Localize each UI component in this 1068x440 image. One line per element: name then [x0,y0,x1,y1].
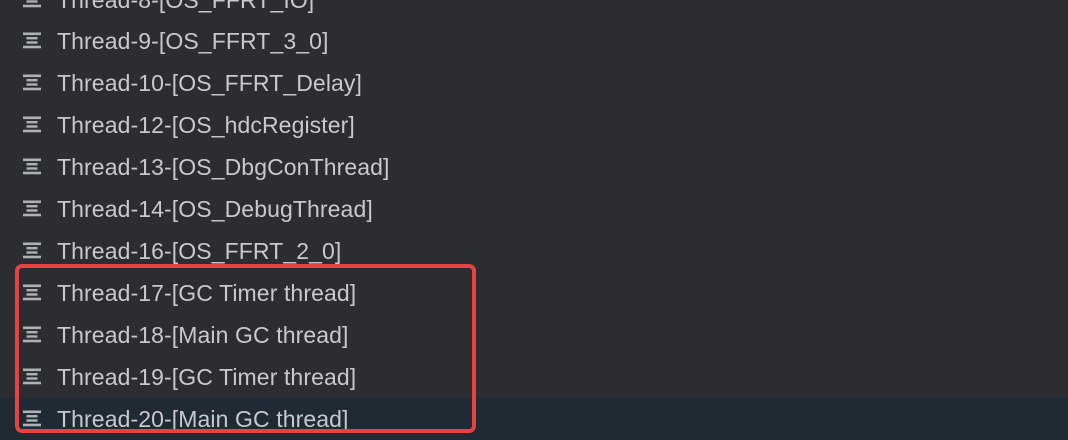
thread-row-8[interactable]: Thread-8-[OS_FFRT_IO] [0,0,1068,21]
stack-frames-icon [23,368,41,385]
thread-label: Thread-19-[GC Timer thread] [57,363,357,390]
stack-frames-icon [23,0,41,8]
thread-label: Thread-9-[OS_FFRT_3_0] [57,27,329,54]
thread-row-12[interactable]: Thread-12-[OS_hdcRegister] [0,104,1068,146]
thread-row-19[interactable]: Thread-19-[GC Timer thread] [0,356,1068,398]
thread-label: Thread-18-[Main GC thread] [57,321,349,348]
thread-row-10[interactable]: Thread-10-[OS_FFRT_Delay] [0,62,1068,104]
thread-label: Thread-20-[Main GC thread] [57,405,349,432]
thread-row-18[interactable]: Thread-18-[Main GC thread] [0,314,1068,356]
stack-frames-icon [23,410,41,427]
thread-row-16[interactable]: Thread-16-[OS_FFRT_2_0] [0,230,1068,272]
thread-list: Thread-8-[OS_FFRT_IO] Thread-9-[OS_FFRT_… [0,0,1068,440]
stack-frames-icon [23,200,41,217]
stack-frames-icon [23,284,41,301]
thread-row-14[interactable]: Thread-14-[OS_DebugThread] [0,188,1068,230]
stack-frames-icon [23,242,41,259]
thread-row-20[interactable]: Thread-20-[Main GC thread] [0,398,1068,440]
thread-label: Thread-13-[OS_DbgConThread] [57,153,390,180]
stack-frames-icon [23,32,41,49]
stack-frames-icon [23,326,41,343]
thread-label: Thread-12-[OS_hdcRegister] [57,111,355,138]
thread-label: Thread-10-[OS_FFRT_Delay] [57,69,363,96]
thread-row-17[interactable]: Thread-17-[GC Timer thread] [0,272,1068,314]
thread-label: Thread-8-[OS_FFRT_IO] [57,0,314,14]
thread-label: Thread-16-[OS_FFRT_2_0] [57,237,342,264]
thread-label: Thread-14-[OS_DebugThread] [57,195,373,222]
thread-label: Thread-17-[GC Timer thread] [57,279,357,306]
thread-row-13[interactable]: Thread-13-[OS_DbgConThread] [0,146,1068,188]
stack-frames-icon [23,74,41,91]
stack-frames-icon [23,158,41,175]
stack-frames-icon [23,116,41,133]
thread-row-9[interactable]: Thread-9-[OS_FFRT_3_0] [0,20,1068,62]
